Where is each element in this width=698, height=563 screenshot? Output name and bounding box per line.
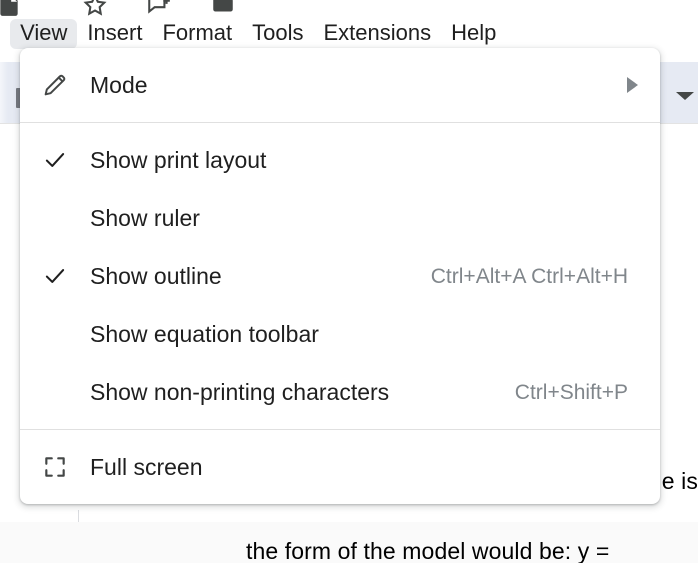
toolbar-left-fade (0, 62, 8, 124)
menubar: t View Insert Format Tools Extensions He… (0, 17, 698, 51)
menu-item-show-non-printing-characters[interactable]: Show non-printing characters Ctrl+Shift+… (20, 363, 660, 421)
check-icon (20, 263, 90, 289)
menu-item-label: Show outline (90, 265, 407, 288)
menu-item-show-print-layout[interactable]: Show print layout (20, 131, 660, 189)
menubar-item-extensions[interactable]: Extensions (314, 19, 442, 49)
menu-item-label: Show equation toolbar (90, 323, 638, 346)
menubar-item-edit-clipped[interactable]: t (0, 19, 10, 49)
pencil-icon (20, 71, 90, 99)
menu-item-label: Show ruler (90, 207, 638, 230)
menu-item-label: Full screen (90, 456, 638, 479)
menu-item-show-ruler[interactable]: Show ruler (20, 189, 660, 247)
menu-item-shortcut: Ctrl+Alt+A Ctrl+Alt+H (431, 266, 638, 287)
menubar-item-view[interactable]: View (10, 19, 77, 49)
check-icon (20, 147, 90, 173)
menu-item-label: Show print layout (90, 149, 638, 172)
submenu-arrow-icon (627, 77, 638, 93)
view-menu-dropdown: Mode Show print layout Show ruler Show (20, 48, 660, 504)
menubar-item-help[interactable]: Help (441, 19, 506, 49)
menu-item-label: Mode (90, 74, 609, 97)
menu-divider-1 (20, 122, 660, 123)
menubar-item-format[interactable]: Format (152, 19, 242, 49)
menu-item-show-equation-toolbar[interactable]: Show equation toolbar (20, 305, 660, 363)
menu-item-label: Show non-printing characters (90, 381, 491, 404)
chevron-down-icon[interactable] (676, 92, 694, 100)
doc-text-fragment-bottom: the form of the model would be: y = (246, 538, 609, 563)
menubar-item-tools[interactable]: Tools (242, 19, 313, 49)
doc-text-fragment-right: e is (662, 468, 698, 495)
menu-item-shortcut: Ctrl+Shift+P (515, 382, 638, 403)
menu-divider-2 (20, 429, 660, 430)
menu-item-mode[interactable]: Mode (20, 56, 660, 114)
menu-item-full-screen[interactable]: Full screen (20, 438, 660, 496)
fullscreen-icon (20, 454, 90, 480)
menu-item-show-outline[interactable]: Show outline Ctrl+Alt+A Ctrl+Alt+H (20, 247, 660, 305)
titlebar-icon-strip (0, 0, 698, 12)
google-docs-window: t View Insert Format Tools Extensions He… (0, 0, 698, 563)
menubar-item-insert[interactable]: Insert (77, 19, 152, 49)
